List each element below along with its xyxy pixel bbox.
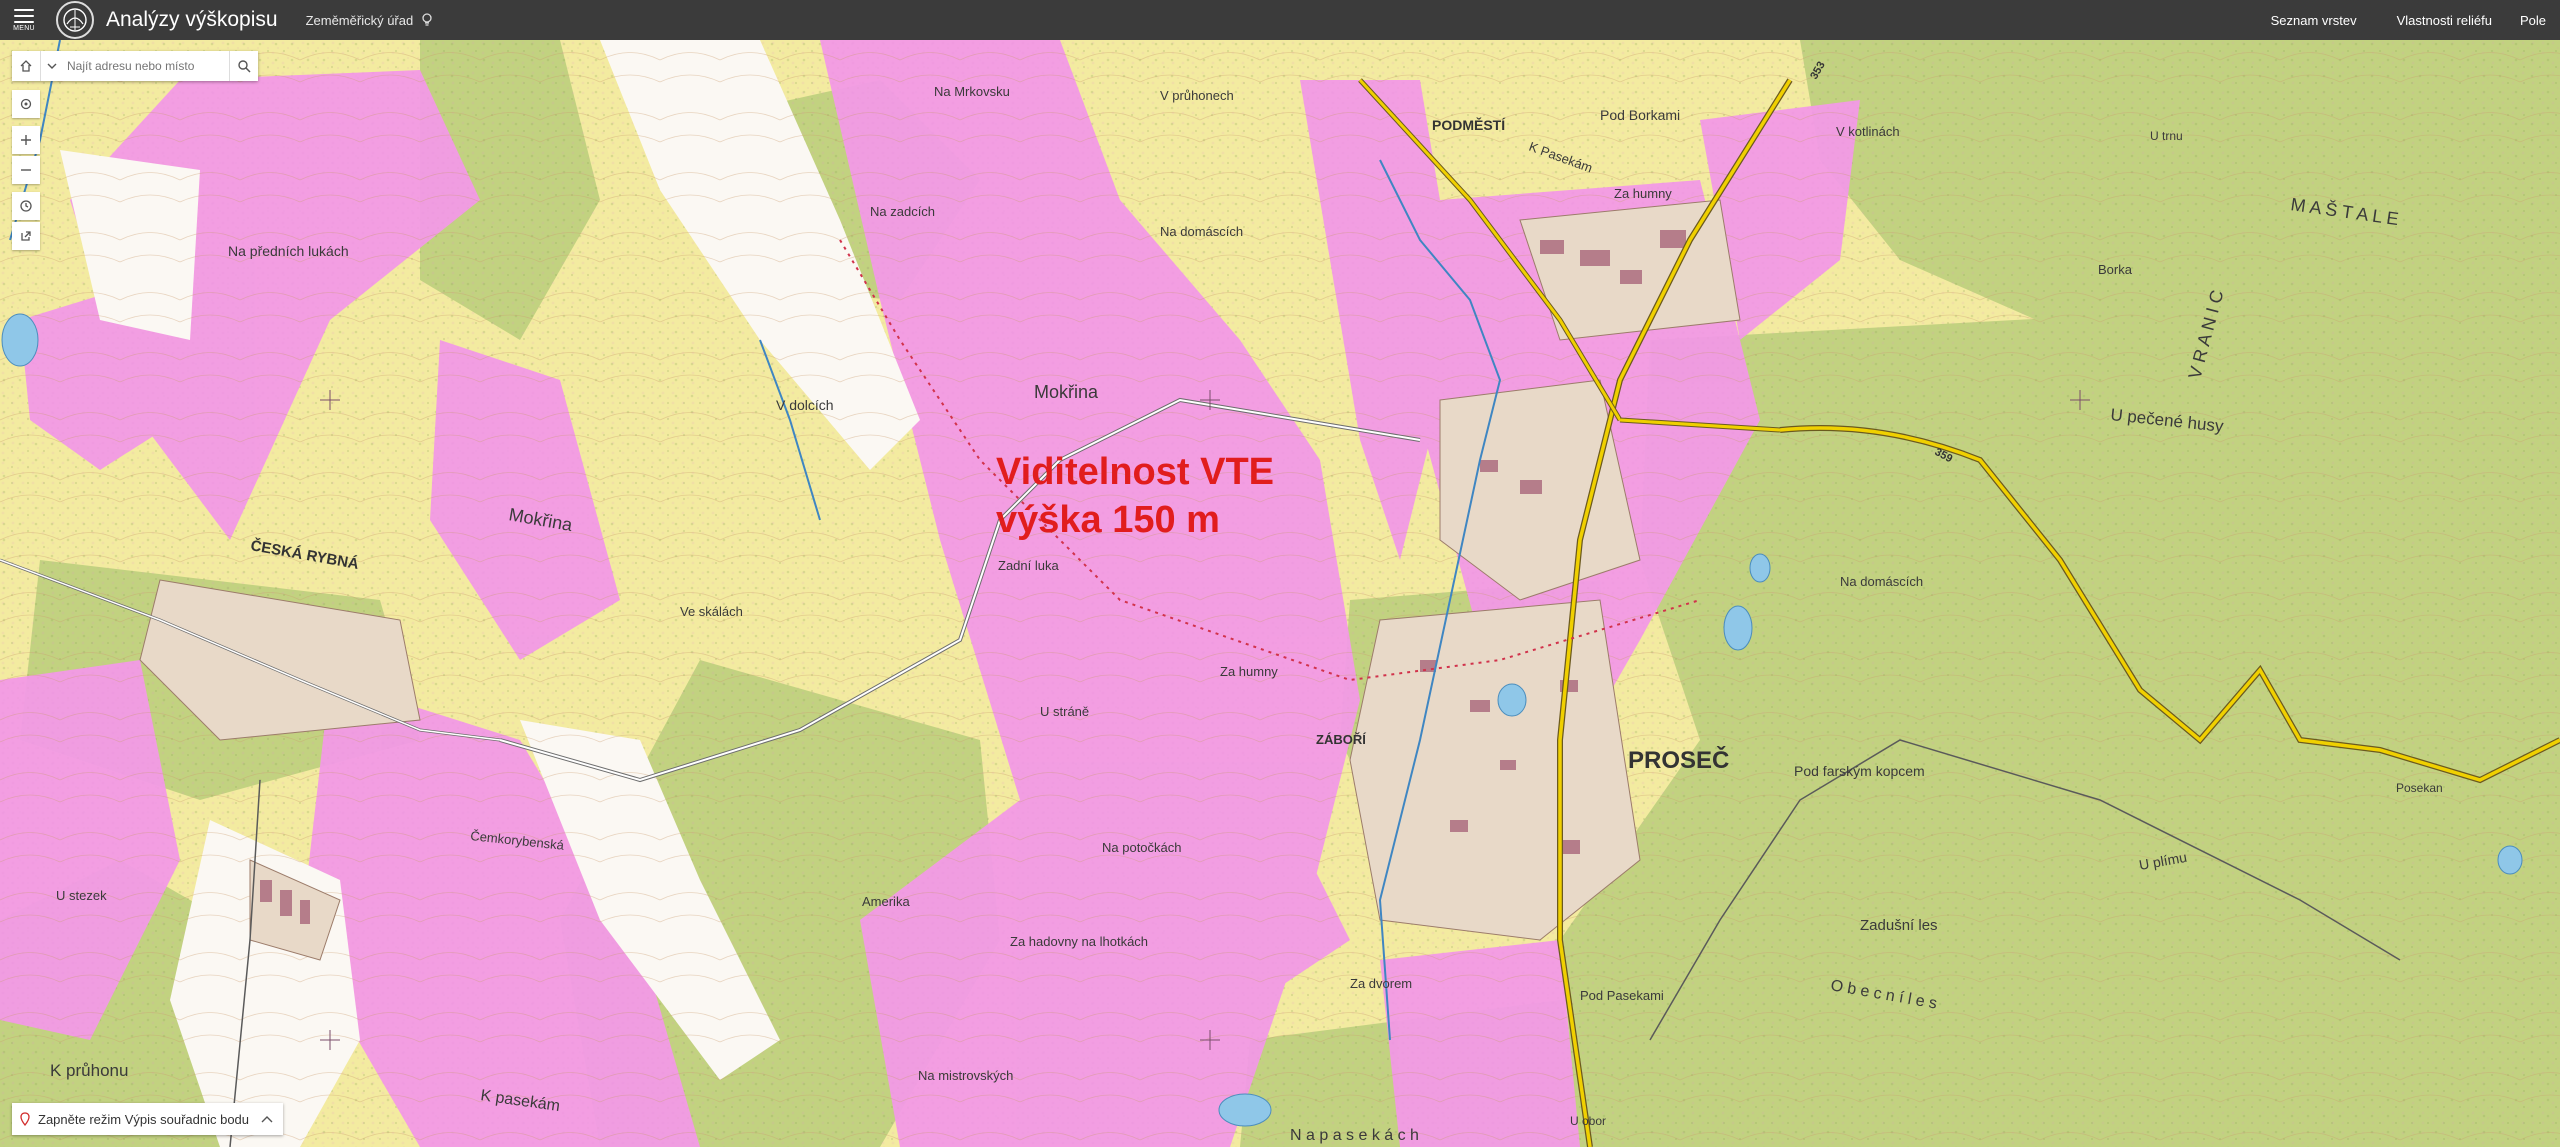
menu-button[interactable]: MENU <box>0 0 48 40</box>
map-label: Za dvorem <box>1350 976 1412 991</box>
visibility-overlay-title: Viditelnost VTE výška 150 m <box>996 448 1274 544</box>
globe-logo-icon[interactable] <box>56 1 94 39</box>
clock-icon <box>20 200 32 212</box>
field-link[interactable]: Pole <box>2506 13 2560 28</box>
locate-button[interactable] <box>12 90 40 118</box>
map-label: Na předních lukách <box>228 243 349 259</box>
map-label: Na domáscích <box>1840 574 1923 589</box>
search-source-dropdown[interactable] <box>41 51 63 81</box>
layer-list-link[interactable]: Seznam vrstev <box>2271 13 2371 28</box>
plus-icon <box>21 135 31 145</box>
map-label: Na Mrkovsku <box>934 84 1010 99</box>
map-label: Pod Pasekami <box>1580 988 1664 1003</box>
map-label: Borka <box>2098 262 2133 277</box>
search-icon <box>238 60 251 73</box>
map-label: Za hadovny na lhotkách <box>1010 934 1148 949</box>
share-icon <box>21 231 31 241</box>
map-label: U stráně <box>1040 704 1089 719</box>
map-label: Za humny <box>1614 186 1672 201</box>
home-button[interactable] <box>12 51 41 81</box>
organization-label[interactable]: Zeměměřický úřad <box>306 13 414 28</box>
map-label: PODMĚSTÍ <box>1432 116 1506 133</box>
map-label: Na domáscích <box>1160 224 1243 239</box>
zoom-out-button[interactable] <box>12 156 40 184</box>
overlay-line-2: výška 150 m <box>996 499 1220 541</box>
menu-hamburger-icon <box>14 8 34 23</box>
map-label: Amerika <box>862 894 910 909</box>
map-label: V kotlinách <box>1836 124 1900 139</box>
map-label: Zadušní les <box>1860 917 1938 934</box>
map-canvas[interactable]: PODMĚSTÍ Pod Borkami K Pasekám Za humny … <box>0 40 2560 1147</box>
map-label: V dolcích <box>776 397 834 413</box>
map-label: U trnu <box>2150 129 2183 143</box>
lightbulb-icon[interactable] <box>421 13 433 27</box>
map-label: Na zadcích <box>870 204 935 219</box>
pin-icon <box>20 1112 30 1126</box>
overlay-line-1: Viditelnost VTE <box>996 451 1275 493</box>
coordinate-bar-text: Zapněte režim Výpis souřadnic bodu <box>38 1111 250 1127</box>
search-input[interactable] <box>63 52 229 80</box>
map-label: Pod Borkami <box>1600 107 1680 123</box>
map-label: Mokřina <box>1034 382 1099 402</box>
relief-properties-link[interactable]: Vlastnosti reliéfu <box>2383 13 2506 28</box>
map-label: Za humny <box>1220 664 1278 679</box>
minus-icon <box>21 169 31 171</box>
map-label: U obor <box>1570 1114 1606 1128</box>
locate-icon <box>20 98 32 110</box>
map-label: Ve skálách <box>680 604 743 619</box>
zoom-in-button[interactable] <box>12 126 40 154</box>
map-tools <box>12 90 40 252</box>
map-label: V průhonech <box>1160 88 1234 103</box>
map-label: Posekan <box>2396 781 2443 795</box>
chevron-down-icon <box>47 63 57 69</box>
map-label: PROSEČ <box>1628 746 1729 774</box>
map-label: U stezek <box>56 888 107 903</box>
coordinate-bar[interactable]: Zapněte režim Výpis souřadnic bodu <box>12 1103 284 1135</box>
app-title[interactable]: Analýzy výškopisu <box>106 8 278 32</box>
chevron-up-icon[interactable] <box>261 1115 273 1123</box>
history-button[interactable] <box>12 192 40 220</box>
map-label: ZÁBOŘÍ <box>1316 732 1366 747</box>
home-icon <box>20 60 32 72</box>
search-widget <box>12 51 258 81</box>
share-button[interactable] <box>12 222 40 250</box>
map-label: N a p a s e k á c h <box>1290 1127 1419 1144</box>
search-button[interactable] <box>229 51 258 81</box>
map-label: Pod farským kopcem <box>1794 763 1925 779</box>
map-label: K průhonu <box>50 1061 128 1080</box>
menu-label: MENU <box>13 24 35 32</box>
map-label: Na potočkách <box>1102 840 1182 855</box>
top-bar: MENU Analýzy výškopisu Zeměměřický úřad … <box>0 0 2560 40</box>
map-label: Na mistrovských <box>918 1068 1013 1083</box>
map-label: Zadní luka <box>998 558 1059 573</box>
